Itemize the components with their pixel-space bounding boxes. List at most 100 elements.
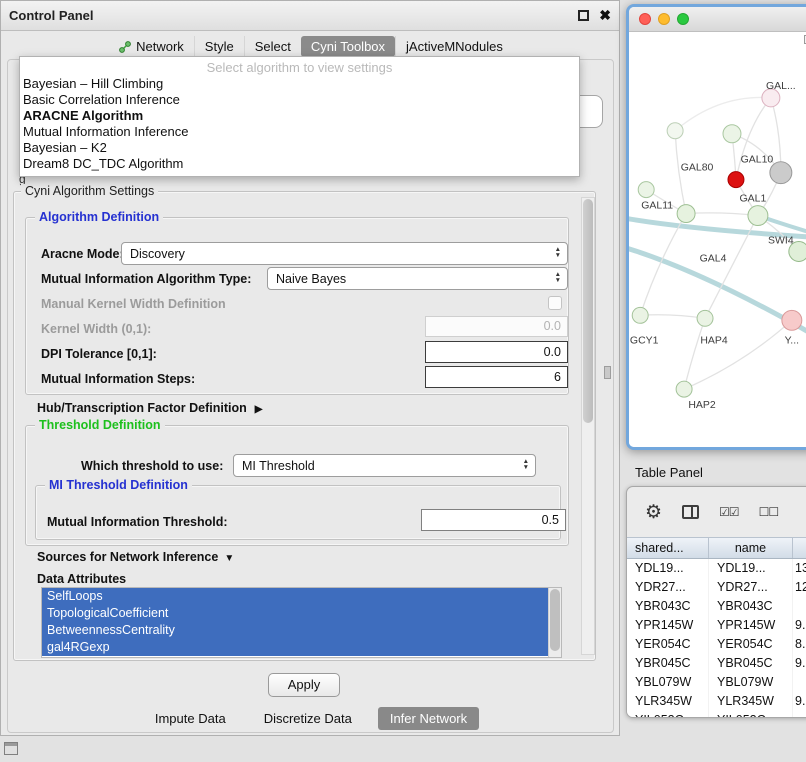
tab-select[interactable]: Select: [244, 36, 301, 57]
kernel-width-label: Kernel Width (0,1):: [41, 322, 151, 336]
mi-algorithm-type-select[interactable]: Naive Bayes ▲▼: [267, 267, 568, 290]
data-attributes-list[interactable]: SelfLoops TopologicalCoefficient Between…: [41, 587, 562, 658]
dropdown-item-dream8[interactable]: Dream8 DC_TDC Algorithm: [20, 156, 579, 172]
which-threshold-select[interactable]: MI Threshold ▲▼: [233, 454, 536, 477]
node-table: shared... name YDL19...YDL19...13YDR27..…: [627, 537, 806, 717]
network-node[interactable]: [697, 310, 713, 326]
tab-network[interactable]: Network: [109, 36, 194, 57]
table-cell: YBR045C: [709, 654, 793, 673]
tab-jactivemnodules[interactable]: jActiveMNodules: [395, 36, 513, 57]
tab-style[interactable]: Style: [194, 36, 244, 57]
table-row[interactable]: YIL052CYIL052C: [627, 711, 806, 718]
table-row[interactable]: YDL19...YDL19...13: [627, 559, 806, 578]
close-traffic-light[interactable]: [639, 13, 651, 25]
minimize-traffic-light[interactable]: [658, 13, 670, 25]
bottom-tabbar: Impute Data Discretize Data Infer Networ…: [1, 707, 621, 730]
tab-discretize-data[interactable]: Discretize Data: [252, 707, 364, 730]
list-scrollbar-thumb[interactable]: [550, 589, 560, 651]
table-row[interactable]: YBR043CYBR043C: [627, 597, 806, 616]
close-icon[interactable]: ✖: [599, 7, 611, 23]
list-item-topologicalcoefficient[interactable]: TopologicalCoefficient: [42, 605, 548, 622]
network-edge: [736, 98, 771, 180]
dropdown-item-bayesian-k2[interactable]: Bayesian – K2: [20, 140, 579, 156]
tab-cyni-toolbox[interactable]: Cyni Toolbox: [301, 36, 395, 57]
table-row[interactable]: YPR145WYPR145W9.: [627, 616, 806, 635]
control-panel-titlebar[interactable]: Control Panel ✖: [1, 1, 619, 31]
tab-infer-network[interactable]: Infer Network: [378, 707, 479, 730]
table-cell: YER054C: [627, 635, 709, 654]
node-label: HAP2: [688, 400, 716, 411]
network-window-titlebar[interactable]: [629, 7, 806, 32]
which-threshold-value: MI Threshold: [242, 459, 315, 473]
node-label: Y...: [785, 335, 799, 346]
network-node[interactable]: [728, 172, 744, 188]
table-row[interactable]: YER054CYER054C8.: [627, 635, 806, 654]
column-header-clipped[interactable]: [793, 538, 806, 558]
network-canvas[interactable]: GAL...GAL80GAL10GAL11GAL1SWI4GAL4GCY1HAP…: [629, 32, 806, 447]
dpi-tolerance-field[interactable]: 0.0: [425, 341, 568, 363]
sources-section-toggle[interactable]: Sources for Network Inference▼: [37, 550, 234, 564]
dropdown-item-bayesian-hill-climbing[interactable]: Bayesian – Hill Climbing: [20, 76, 579, 92]
mi-threshold-field[interactable]: 0.5: [421, 509, 566, 531]
mi-algorithm-type-value: Naive Bayes: [276, 272, 346, 286]
settings-scrollbar-thumb[interactable]: [583, 199, 593, 423]
column-header-name[interactable]: name: [709, 538, 793, 558]
column-header-shared-name[interactable]: shared...: [627, 538, 709, 558]
hub-section-toggle[interactable]: Hub/Transcription Factor Definition▶: [37, 401, 262, 415]
network-node[interactable]: [723, 125, 741, 143]
mi-steps-field[interactable]: 6: [425, 366, 568, 388]
float-window-icon[interactable]: [578, 10, 589, 21]
select-all-columns-icon[interactable]: ☑☑: [719, 505, 739, 519]
table-cell: YLR345W: [627, 692, 709, 711]
unselect-all-columns-icon[interactable]: ☐☐: [759, 505, 779, 519]
aracne-mode-label: Aracne Mode:: [41, 247, 124, 261]
node-label: GAL10: [741, 155, 774, 166]
zoom-traffic-light[interactable]: [677, 13, 689, 25]
node-label: GCY1: [630, 335, 659, 346]
table-row[interactable]: YDR27...YDR27...12: [627, 578, 806, 597]
table-row[interactable]: YBL079WYBL079W: [627, 673, 806, 692]
tab-impute-data[interactable]: Impute Data: [143, 707, 238, 730]
list-scrollbar[interactable]: [548, 588, 561, 657]
network-node[interactable]: [677, 205, 695, 223]
table-row[interactable]: YBR045CYBR045C9.: [627, 654, 806, 673]
dropdown-item-basic-correlation[interactable]: Basic Correlation Inference: [20, 92, 579, 108]
restore-panel-icon[interactable]: [4, 742, 18, 755]
data-attributes-label: Data Attributes: [37, 572, 126, 586]
which-threshold-label: Which threshold to use:: [81, 459, 223, 473]
network-edge: [640, 214, 686, 316]
table-cell: 8.: [793, 635, 806, 654]
aracne-mode-value: Discovery: [130, 247, 185, 261]
table-cell: YDL19...: [709, 559, 793, 578]
network-node[interactable]: [667, 123, 683, 139]
list-item-gal4rgexp[interactable]: gal4RGexp: [42, 639, 548, 656]
table-cell: YBR045C: [627, 654, 709, 673]
table-cell: YBL079W: [709, 673, 793, 692]
network-node[interactable]: [676, 381, 692, 397]
table-cell: YDR27...: [709, 578, 793, 597]
table-cell: YPR145W: [627, 616, 709, 635]
mi-threshold-label: Mutual Information Threshold:: [47, 515, 228, 529]
aracne-mode-select[interactable]: Discovery ▲▼: [121, 242, 568, 265]
network-node[interactable]: [632, 307, 648, 323]
splitter-grip[interactable]: [604, 366, 611, 379]
manual-kernel-width-checkbox[interactable]: [548, 296, 562, 310]
show-columns-icon[interactable]: [682, 505, 699, 519]
gear-icon[interactable]: ⚙: [645, 501, 662, 524]
settings-scrollbar[interactable]: [581, 197, 595, 655]
network-node[interactable]: [782, 310, 802, 330]
dropdown-item-aracne[interactable]: ARACNE Algorithm: [20, 108, 579, 124]
list-item-selfloops[interactable]: SelfLoops: [42, 588, 548, 605]
network-node[interactable]: [638, 182, 654, 198]
list-item-betweennesscentrality[interactable]: BetweennessCentrality: [42, 622, 548, 639]
network-node[interactable]: [748, 206, 768, 226]
window-title: Control Panel: [9, 8, 94, 23]
apply-button[interactable]: Apply: [268, 673, 340, 697]
collapsed-arrow-icon: ▶: [255, 404, 263, 415]
node-label: GAL1: [740, 194, 767, 205]
table-cell: [793, 711, 806, 718]
dropdown-placeholder: Select algorithm to view settings: [20, 59, 579, 76]
network-graph: GAL...GAL80GAL10GAL11GAL1SWI4GAL4GCY1HAP…: [629, 32, 806, 447]
dropdown-item-mutual-information[interactable]: Mutual Information Inference: [20, 124, 579, 140]
table-row[interactable]: YLR345WYLR345W9.: [627, 692, 806, 711]
